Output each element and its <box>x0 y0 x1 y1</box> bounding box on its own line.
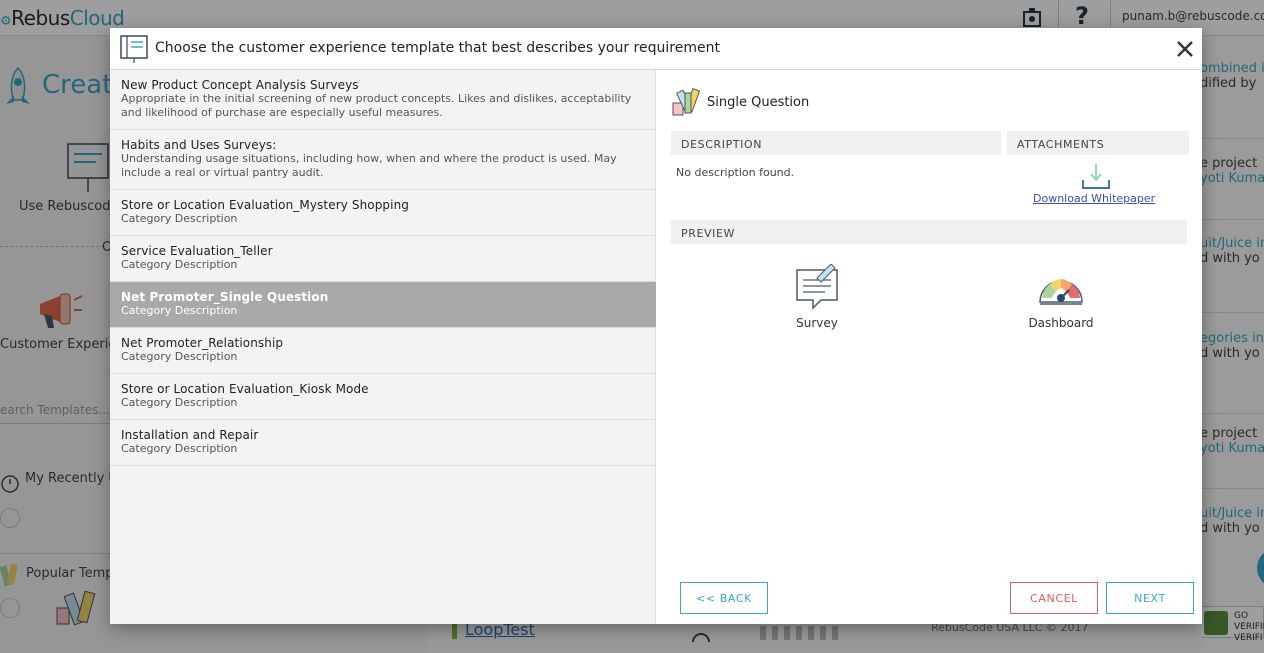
dashboard-icon <box>1039 279 1083 305</box>
template-chooser-modal: Choose the customer experience template … <box>110 28 1202 624</box>
preview-dashboard-label: Dashboard <box>1028 316 1094 330</box>
swatches-icon <box>672 87 701 116</box>
book-icon <box>120 35 148 63</box>
template-title: Habits and Uses Surveys: <box>121 138 277 152</box>
template-description: Understanding usage situations, includin… <box>121 152 617 179</box>
template-list-item[interactable]: Store or Location Evaluation_Mystery Sho… <box>110 190 656 236</box>
cancel-button[interactable]: CANCEL <box>1010 582 1098 614</box>
template-list-item[interactable]: Service Evaluation_Teller Category Descr… <box>110 236 656 282</box>
preview-dashboard[interactable]: Dashboard <box>1017 264 1105 330</box>
template-title: New Product Concept Analysis Surveys <box>121 78 359 92</box>
template-description: Appropriate in the initial screening of … <box>121 92 632 119</box>
template-list-item[interactable]: Installation and Repair Category Descrip… <box>110 420 656 466</box>
selected-template-name: Single Question <box>707 95 810 110</box>
template-list-item-selected[interactable]: Net Promoter_Single Question Category De… <box>110 282 656 328</box>
preview-survey[interactable]: Survey <box>787 263 847 330</box>
template-title: Service Evaluation_Teller <box>121 244 273 258</box>
template-list-item[interactable]: Store or Location Evaluation_Kiosk Mode … <box>110 374 656 420</box>
template-title: Store or Location Evaluation_Kiosk Mode <box>121 382 369 396</box>
back-button[interactable]: << BACK <box>680 582 768 614</box>
template-list-item[interactable]: New Product Concept Analysis Surveys App… <box>110 70 656 130</box>
preview-heading: PREVIEW <box>671 220 1187 244</box>
template-title: Installation and Repair <box>121 428 259 442</box>
modal-title: Choose the customer experience template … <box>155 40 720 56</box>
attachments-heading: ATTACHMENTS <box>1007 131 1189 155</box>
template-description: Category Description <box>121 212 238 225</box>
download-whitepaper-link[interactable]: Download Whitepaper <box>1033 192 1155 205</box>
template-description: Category Description <box>121 258 238 271</box>
template-list-item[interactable]: Net Promoter_Relationship Category Descr… <box>110 328 656 374</box>
template-detail-panel: Single Question DESCRIPTION ATTACHMENTS … <box>657 70 1202 624</box>
next-button[interactable]: NEXT <box>1106 582 1194 614</box>
modal-header: Choose the customer experience template … <box>110 28 1202 70</box>
description-text: No description found. <box>676 166 795 179</box>
template-title: Store or Location Evaluation_Mystery Sho… <box>121 198 410 212</box>
template-description: Category Description <box>121 396 238 409</box>
template-title: Net Promoter_Relationship <box>121 336 284 350</box>
template-description: Category Description <box>121 442 238 455</box>
template-list-item[interactable]: Habits and Uses Surveys: Understanding u… <box>110 130 656 190</box>
template-list: New Product Concept Analysis Surveys App… <box>110 70 656 624</box>
preview-survey-label: Survey <box>796 316 838 330</box>
template-description: Category Description <box>121 350 238 363</box>
download-icon[interactable] <box>1081 162 1111 192</box>
description-heading: DESCRIPTION <box>671 131 1001 155</box>
template-title: Net Promoter_Single Question <box>121 290 329 304</box>
close-icon[interactable] <box>1174 38 1196 60</box>
template-description: Category Description <box>121 304 238 317</box>
survey-icon <box>796 263 838 310</box>
